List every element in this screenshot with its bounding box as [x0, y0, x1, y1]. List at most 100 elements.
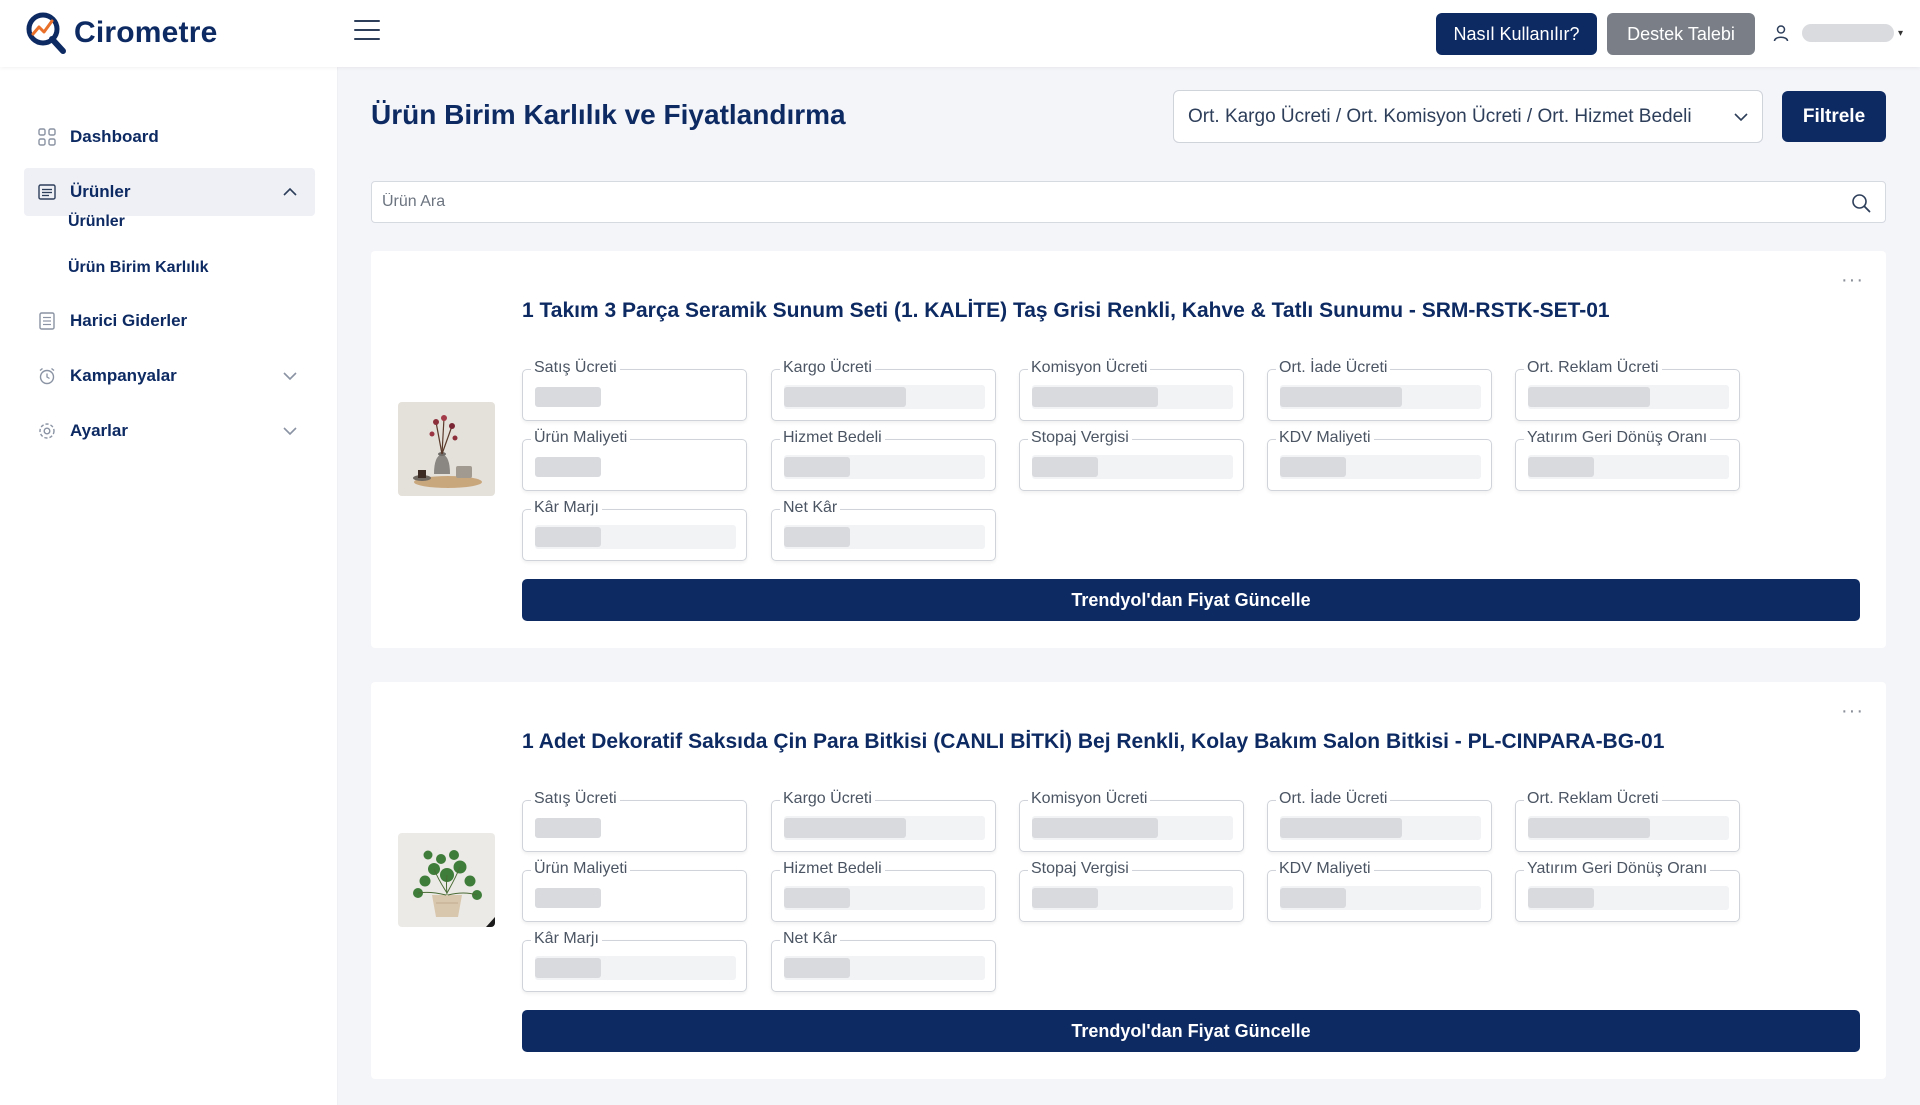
metric-product-cost[interactable]: Ürün Maliyeti	[522, 860, 747, 922]
brand-logo[interactable]: Cirometre	[24, 10, 218, 56]
magnifier-chart-logo-icon	[26, 12, 66, 54]
metric-shipping-fee[interactable]: Kargo Ücreti	[771, 790, 996, 852]
sidebar: Dashboard Ürünler Ürünler Ürün Birim Kar…	[0, 67, 338, 1105]
metric-commission-fee[interactable]: Komisyon Ücreti	[1019, 790, 1244, 852]
metric-service-fee[interactable]: Hizmet Bedeli	[771, 429, 996, 491]
field-label: Komisyon Ücreti	[1028, 359, 1151, 377]
field-label: Net Kâr	[780, 930, 841, 948]
sidebar-subitem-unit-profitability[interactable]: Ürün Birim Karlılık	[68, 259, 208, 277]
field-label: Yatırım Geri Dönüş Oranı	[1524, 429, 1711, 447]
filter-button[interactable]: Filtrele	[1782, 91, 1886, 142]
field-label: Ort. Reklam Ücreti	[1524, 790, 1662, 808]
product-title[interactable]: 1 Adet Dekoratif Saksıda Çin Para Bitkis…	[522, 730, 1664, 754]
list-icon	[38, 184, 56, 200]
user-name-placeholder	[1802, 24, 1894, 42]
field-label: KDV Maliyeti	[1276, 860, 1374, 878]
product-card: ··· 1 Adet Dekoratif Saksıda Çin Para Bi…	[371, 682, 1886, 1079]
field-label: Ürün Maliyeti	[531, 860, 631, 878]
metric-vat-cost[interactable]: KDV Maliyeti	[1267, 429, 1492, 491]
sidebar-item-external-expenses[interactable]: Harici Giderler	[24, 297, 315, 345]
value-placeholder	[535, 888, 601, 908]
caret-down-icon: ▾	[1898, 27, 1904, 39]
support-request-button[interactable]: Destek Talebi	[1607, 13, 1755, 55]
sidebar-item-campaigns[interactable]: Kampanyalar	[24, 352, 315, 400]
metric-withholding-tax[interactable]: Stopaj Vergisi	[1019, 860, 1244, 922]
value-placeholder	[784, 457, 850, 477]
metric-roi[interactable]: Yatırım Geri Dönüş Oranı	[1515, 860, 1740, 922]
product-title[interactable]: 1 Takım 3 Parça Seramik Sunum Seti (1. K…	[522, 299, 1610, 323]
value-placeholder	[1528, 818, 1650, 838]
metric-avg-ad-fee[interactable]: Ort. Reklam Ücreti	[1515, 359, 1740, 421]
metric-profit-margin[interactable]: Kâr Marjı	[522, 499, 747, 561]
value-placeholder	[535, 958, 601, 978]
value-placeholder	[1280, 457, 1346, 477]
field-label: Hizmet Bedeli	[780, 429, 885, 447]
field-label: Ort. İade Ücreti	[1276, 359, 1391, 377]
field-label: Kargo Ücreti	[780, 790, 875, 808]
update-price-from-trendyol-button[interactable]: Trendyol'dan Fiyat Güncelle	[522, 1010, 1860, 1052]
metric-avg-return-fee[interactable]: Ort. İade Ücreti	[1267, 359, 1492, 421]
value-placeholder	[1280, 387, 1402, 407]
field-label: Yatırım Geri Dönüş Oranı	[1524, 860, 1711, 878]
chevron-down-icon	[283, 427, 297, 436]
metric-withholding-tax[interactable]: Stopaj Vergisi	[1019, 429, 1244, 491]
metric-avg-ad-fee[interactable]: Ort. Reklam Ücreti	[1515, 790, 1740, 852]
grid-icon	[38, 128, 56, 146]
metric-avg-return-fee[interactable]: Ort. İade Ücreti	[1267, 790, 1492, 852]
metric-sales-price[interactable]: Satış Ücreti	[522, 359, 747, 421]
metric-shipping-fee[interactable]: Kargo Ücreti	[771, 359, 996, 421]
field-label: KDV Maliyeti	[1276, 429, 1374, 447]
field-label: Ort. Reklam Ücreti	[1524, 359, 1662, 377]
sidebar-item-settings[interactable]: Ayarlar	[24, 407, 315, 455]
user-menu[interactable]: ▾	[1772, 20, 1903, 46]
metric-service-fee[interactable]: Hizmet Bedeli	[771, 860, 996, 922]
field-label: Ürün Maliyeti	[531, 429, 631, 447]
more-options-icon[interactable]: ···	[1841, 269, 1864, 292]
sidebar-item-label: Ürünler	[70, 182, 131, 201]
sidebar-item-dashboard[interactable]: Dashboard	[24, 113, 315, 161]
sidebar-item-products[interactable]: Ürünler	[24, 168, 315, 216]
sidebar-item-label: Ayarlar	[70, 421, 128, 440]
product-image	[398, 402, 495, 496]
sidebar-item-label: Dashboard	[70, 127, 159, 146]
value-placeholder	[535, 457, 601, 477]
value-placeholder	[1528, 888, 1594, 908]
metric-vat-cost[interactable]: KDV Maliyeti	[1267, 860, 1492, 922]
more-options-icon[interactable]: ···	[1841, 700, 1864, 723]
user-icon	[1773, 25, 1789, 42]
metric-sales-price[interactable]: Satış Ücreti	[522, 790, 747, 852]
sidebar-subitem-products[interactable]: Ürünler	[68, 213, 125, 231]
product-image	[398, 833, 495, 927]
value-placeholder	[784, 387, 906, 407]
value-placeholder	[784, 527, 850, 547]
metric-roi[interactable]: Yatırım Geri Dönüş Oranı	[1515, 429, 1740, 491]
value-placeholder	[1032, 457, 1098, 477]
gear-icon	[39, 423, 55, 439]
how-to-use-button[interactable]: Nasıl Kullanılır?	[1436, 13, 1597, 55]
menu-toggle-icon[interactable]	[354, 20, 380, 42]
search-input[interactable]	[372, 182, 1885, 222]
search-icon[interactable]	[1851, 193, 1871, 213]
metric-net-profit[interactable]: Net Kâr	[771, 930, 996, 992]
metric-net-profit[interactable]: Net Kâr	[771, 499, 996, 561]
value-placeholder	[1032, 387, 1158, 407]
update-price-from-trendyol-button[interactable]: Trendyol'dan Fiyat Güncelle	[522, 579, 1860, 621]
metric-profit-margin[interactable]: Kâr Marjı	[522, 930, 747, 992]
metric-commission-fee[interactable]: Komisyon Ücreti	[1019, 359, 1244, 421]
metric-product-cost[interactable]: Ürün Maliyeti	[522, 429, 747, 491]
page-title: Ürün Birim Karlılık ve Fiyatlandırma	[371, 99, 846, 130]
chevron-up-icon	[283, 187, 297, 196]
money-plant-pot-photo	[398, 833, 495, 927]
cost-filter-select[interactable]: Ort. Kargo Ücreti / Ort. Komisyon Ücreti…	[1173, 90, 1763, 143]
field-label: Kargo Ücreti	[780, 359, 875, 377]
value-placeholder	[1032, 888, 1098, 908]
value-placeholder	[535, 387, 601, 407]
sidebar-item-label: Kampanyalar	[70, 366, 177, 385]
field-label: Satış Ücreti	[531, 359, 620, 377]
value-placeholder	[1528, 457, 1594, 477]
document-icon	[39, 312, 55, 330]
brand-name: Cirometre	[74, 16, 218, 49]
value-placeholder	[535, 818, 601, 838]
top-header: Cirometre Nasıl Kullanılır? Destek Taleb…	[0, 0, 1920, 67]
alarm-clock-icon	[39, 367, 55, 385]
